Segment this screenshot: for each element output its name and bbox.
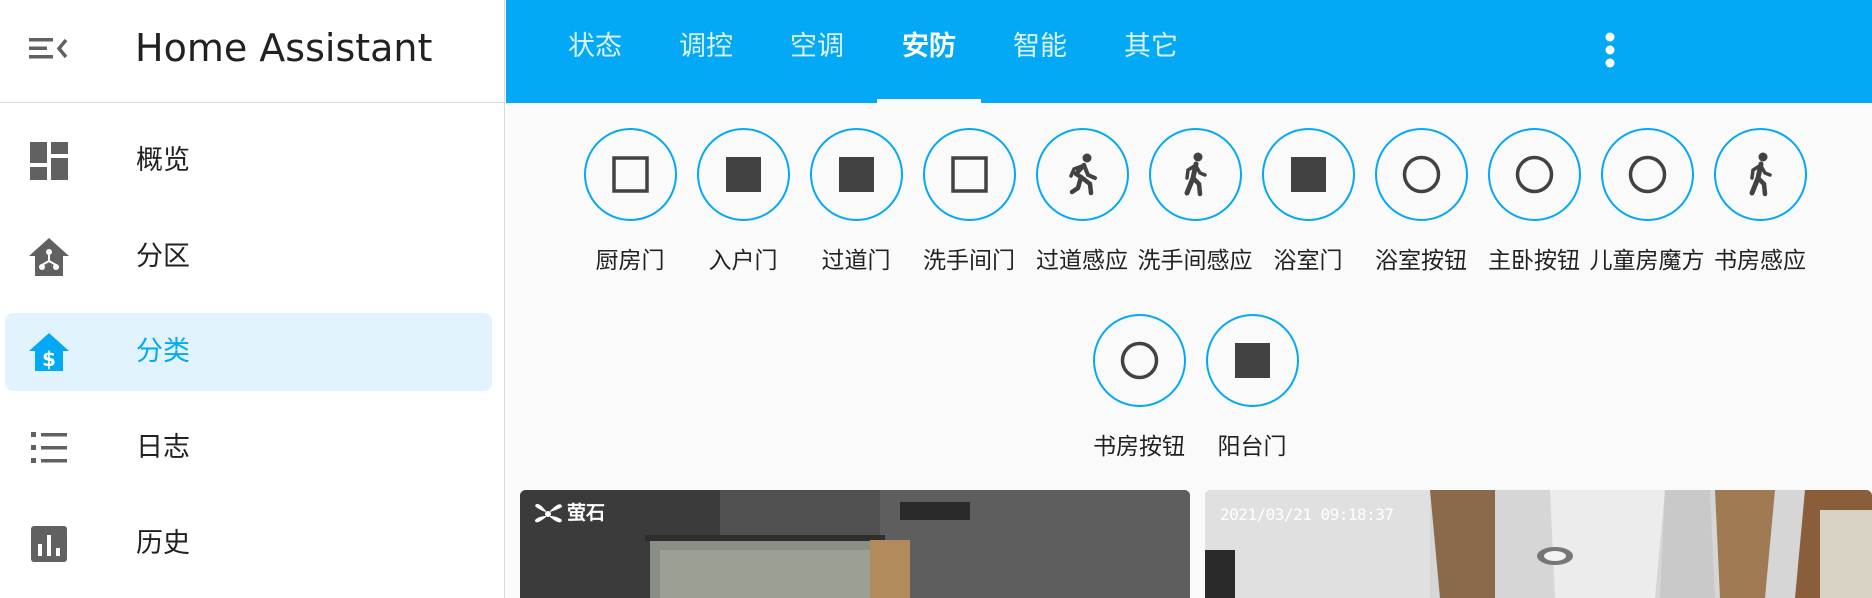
dashboard-icon bbox=[27, 139, 71, 183]
entity-button[interactable] bbox=[1206, 314, 1299, 407]
tab-label: 智能 bbox=[1013, 31, 1067, 62]
list-icon bbox=[27, 426, 71, 470]
sidebar-item-label: 历史 bbox=[136, 528, 190, 559]
top-app-bar: 状态 调控 空调 安防 智能 其它 bbox=[506, 0, 1872, 103]
circle-outline-icon bbox=[1402, 155, 1441, 194]
sidebar-item-label: 概览 bbox=[136, 145, 190, 176]
tab-climate[interactable]: 空调 bbox=[765, 0, 869, 103]
more-vertical-icon[interactable] bbox=[1590, 26, 1630, 74]
sidebar-item-label: 分区 bbox=[136, 241, 190, 272]
sidebar-item-areas[interactable]: 分区 bbox=[5, 218, 492, 296]
entity-balcony-door: 阳台门 bbox=[1189, 314, 1302, 474]
sidebar-header: Home Assistant bbox=[0, 0, 504, 103]
tab-smart[interactable]: 智能 bbox=[988, 0, 1092, 103]
tab-control[interactable]: 调控 bbox=[654, 0, 758, 103]
entity-kids-room-cube: 儿童房魔方 bbox=[1584, 128, 1705, 288]
entity-name: 过道感应 bbox=[1036, 248, 1128, 274]
tab-label: 状态 bbox=[568, 31, 622, 62]
tab-security[interactable]: 安防 bbox=[877, 0, 981, 103]
active-tab-indicator bbox=[877, 99, 981, 103]
entity-button[interactable] bbox=[697, 128, 790, 221]
entity-button[interactable] bbox=[1488, 128, 1581, 221]
entity-restroom-motion: 洗手间感应 bbox=[1132, 128, 1253, 288]
home-dollar-icon: $ bbox=[27, 330, 71, 374]
walk-icon bbox=[1749, 152, 1772, 197]
tab-label: 调控 bbox=[679, 31, 733, 62]
entity-name: 厨房门 bbox=[595, 248, 665, 274]
square-icon bbox=[1291, 157, 1326, 192]
entity-study-button: 书房按钮 bbox=[1076, 314, 1189, 474]
entity-bathroom-door: 浴室门 bbox=[1245, 128, 1358, 288]
camera-feed-1[interactable]: 萤石 bbox=[520, 490, 1190, 598]
run-icon bbox=[1069, 153, 1097, 196]
entity-study-motion: 书房感应 bbox=[1697, 128, 1810, 288]
entity-name: 阳台门 bbox=[1217, 434, 1287, 460]
menu-toggle-icon[interactable] bbox=[20, 24, 76, 72]
entity-name: 浴室按钮 bbox=[1375, 248, 1467, 274]
entity-name: 书房感应 bbox=[1714, 248, 1806, 274]
ezviz-logo-icon bbox=[535, 503, 562, 523]
tab-other[interactable]: 其它 bbox=[1099, 0, 1203, 103]
entity-bathroom-button: 浴室按钮 bbox=[1358, 128, 1471, 288]
entity-name: 浴室门 bbox=[1273, 248, 1343, 274]
entity-button[interactable] bbox=[1036, 128, 1129, 221]
entity-button[interactable] bbox=[1149, 128, 1242, 221]
circle-outline-icon bbox=[1515, 155, 1554, 194]
entity-master-bedroom-button: 主卧按钮 bbox=[1471, 128, 1584, 288]
sidebar-item-logbook[interactable]: 日志 bbox=[5, 409, 492, 487]
sidebar: Home Assistant 概览 分区 $ 分类 日志 历史 bbox=[0, 0, 505, 598]
entity-name: 洗手间门 bbox=[923, 248, 1015, 274]
entity-button[interactable] bbox=[1714, 128, 1807, 221]
entity-button[interactable] bbox=[1375, 128, 1468, 221]
entity-hallway-door: 过道门 bbox=[793, 128, 906, 288]
entity-name: 过道门 bbox=[821, 248, 891, 274]
sidebar-item-label: 分类 bbox=[136, 336, 190, 367]
square-icon bbox=[1235, 343, 1270, 378]
camera-brand-label: 萤石 bbox=[567, 502, 606, 524]
app-title: Home Assistant bbox=[135, 26, 433, 70]
entity-button[interactable] bbox=[1093, 314, 1186, 407]
circle-outline-icon bbox=[1628, 155, 1667, 194]
square-icon bbox=[839, 157, 874, 192]
svg-text:$: $ bbox=[42, 347, 56, 371]
tab-label: 空调 bbox=[790, 31, 844, 62]
entity-button[interactable] bbox=[923, 128, 1016, 221]
entity-button[interactable] bbox=[1262, 128, 1355, 221]
entity-name: 入户门 bbox=[708, 248, 778, 274]
sidebar-item-categories[interactable]: $ 分类 bbox=[5, 313, 492, 391]
entity-kitchen-door: 厨房门 bbox=[567, 128, 680, 288]
camera-image bbox=[520, 490, 1190, 598]
entity-button[interactable] bbox=[584, 128, 677, 221]
entity-name: 儿童房魔方 bbox=[1589, 248, 1705, 274]
entity-name: 书房按钮 bbox=[1093, 434, 1185, 460]
entity-hallway-motion: 过道感应 bbox=[1019, 128, 1132, 288]
sidebar-item-overview[interactable]: 概览 bbox=[5, 122, 492, 200]
entity-restroom-door: 洗手间门 bbox=[906, 128, 1019, 288]
home-floorplan-icon bbox=[27, 235, 71, 279]
walk-icon bbox=[1184, 152, 1207, 197]
entity-name: 主卧按钮 bbox=[1488, 248, 1580, 274]
sidebar-item-label: 日志 bbox=[136, 432, 190, 463]
camera-timestamp: 2021/03/21 09:18:37 bbox=[1220, 505, 1394, 524]
camera-feed-2[interactable]: 2021/03/21 09:18:37 bbox=[1205, 490, 1872, 598]
tab-label: 安防 bbox=[902, 31, 956, 62]
entity-button[interactable] bbox=[1601, 128, 1694, 221]
square-icon bbox=[726, 157, 761, 192]
tab-label: 其它 bbox=[1124, 31, 1178, 62]
checkbox-blank-outline-icon bbox=[951, 156, 988, 193]
entity-button[interactable] bbox=[810, 128, 903, 221]
entity-name: 洗手间感应 bbox=[1137, 248, 1253, 274]
checkbox-blank-outline-icon bbox=[612, 156, 649, 193]
tab-status[interactable]: 状态 bbox=[543, 0, 647, 103]
entity-entrance-door: 入户门 bbox=[680, 128, 793, 288]
circle-outline-icon bbox=[1120, 341, 1159, 380]
sidebar-item-history[interactable]: 历史 bbox=[5, 505, 492, 583]
chart-box-icon bbox=[27, 522, 71, 566]
